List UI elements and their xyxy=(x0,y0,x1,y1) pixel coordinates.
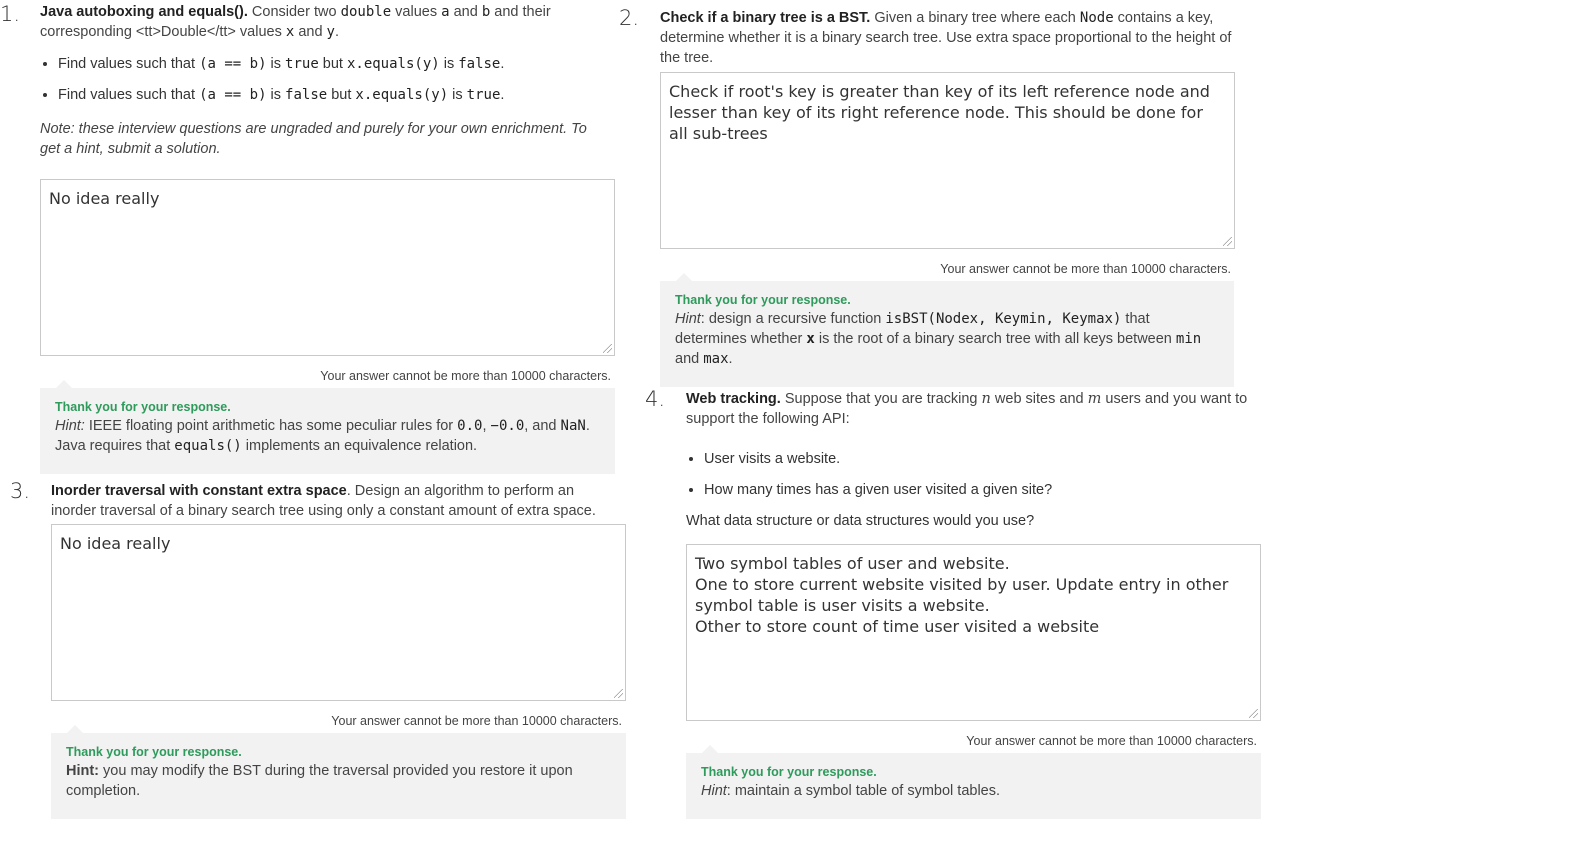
list-item: Find values such that (a == b) is true b… xyxy=(58,54,620,74)
question-number-3: 3. xyxy=(10,479,31,503)
feedback-thanks: Thank you for your response. xyxy=(675,293,851,307)
question-2-answer-textarea[interactable]: Check if root's key is greater than key … xyxy=(660,72,1235,249)
feedback-thanks: Thank you for your response. xyxy=(701,765,877,779)
question-4-prompt: Web tracking. Suppose that you are track… xyxy=(686,391,1248,427)
question-1-note: Note: these interview questions are ungr… xyxy=(40,121,587,157)
question-1-feedback: Thank you for your response. Hint: IEEE … xyxy=(40,380,615,474)
question-1-prompt: Java autoboxing and equals(). Consider t… xyxy=(40,4,551,40)
question-1-bullets: Find values such that (a == b) is true b… xyxy=(40,54,620,105)
resize-handle-icon[interactable] xyxy=(603,344,612,353)
question-3-char-limit: Your answer cannot be more than 10000 ch… xyxy=(331,714,622,728)
question-3-feedback: Thank you for your response. Hint: you m… xyxy=(51,725,626,819)
question-4-title: Web tracking. xyxy=(686,391,781,407)
question-4-hint: Hint: maintain a symbol table of symbol … xyxy=(701,783,1001,799)
question-number-2: 2. xyxy=(619,6,640,30)
question-2-feedback: Thank you for your response. Hint: desig… xyxy=(660,273,1234,387)
question-1-answer-textarea[interactable]: No idea really xyxy=(40,179,615,356)
list-item: Find values such that (a == b) is false … xyxy=(58,85,620,105)
question-4: Web tracking. Suppose that you are track… xyxy=(686,389,1261,531)
question-4-subquestion: What data structure or data structures w… xyxy=(686,513,1035,529)
question-3-answer-textarea[interactable]: No idea really xyxy=(51,524,626,701)
question-4-feedback: Thank you for your response. Hint: maint… xyxy=(686,745,1261,819)
question-1-hint: Hint: IEEE floating point arithmetic has… xyxy=(55,418,590,454)
list-item: How many times has a given user visited … xyxy=(704,480,1261,500)
feedback-thanks: Thank you for your response. xyxy=(55,400,231,414)
question-4-bullets: User visits a website. How many times ha… xyxy=(686,449,1261,500)
question-2-prompt: Check if a binary tree is a BST. Given a… xyxy=(660,10,1232,66)
question-3-prompt: Inorder traversal with constant extra sp… xyxy=(51,483,596,519)
resize-handle-icon[interactable] xyxy=(1223,237,1232,246)
question-1: Java autoboxing and equals(). Consider t… xyxy=(40,2,620,159)
question-number-4: 4. xyxy=(645,387,666,411)
question-2-title: Check if a binary tree is a BST. xyxy=(660,10,871,26)
question-1-char-limit: Your answer cannot be more than 10000 ch… xyxy=(320,369,611,383)
list-item: User visits a website. xyxy=(704,449,1261,469)
question-3-hint: Hint: you may modify the BST during the … xyxy=(66,763,573,799)
resize-handle-icon[interactable] xyxy=(1249,709,1258,718)
feedback-thanks: Thank you for your response. xyxy=(66,745,242,759)
question-1-title: Java autoboxing and equals(). xyxy=(40,4,248,20)
question-number-1: 1. xyxy=(0,2,21,26)
question-2-hint: Hint: design a recursive function isBST(… xyxy=(675,311,1202,367)
resize-handle-icon[interactable] xyxy=(614,689,623,698)
question-2-char-limit: Your answer cannot be more than 10000 ch… xyxy=(940,262,1231,276)
question-4-answer-textarea[interactable]: Two symbol tables of user and website. O… xyxy=(686,544,1261,721)
question-4-char-limit: Your answer cannot be more than 10000 ch… xyxy=(966,734,1257,748)
question-3-title: Inorder traversal with constant extra sp… xyxy=(51,483,347,499)
